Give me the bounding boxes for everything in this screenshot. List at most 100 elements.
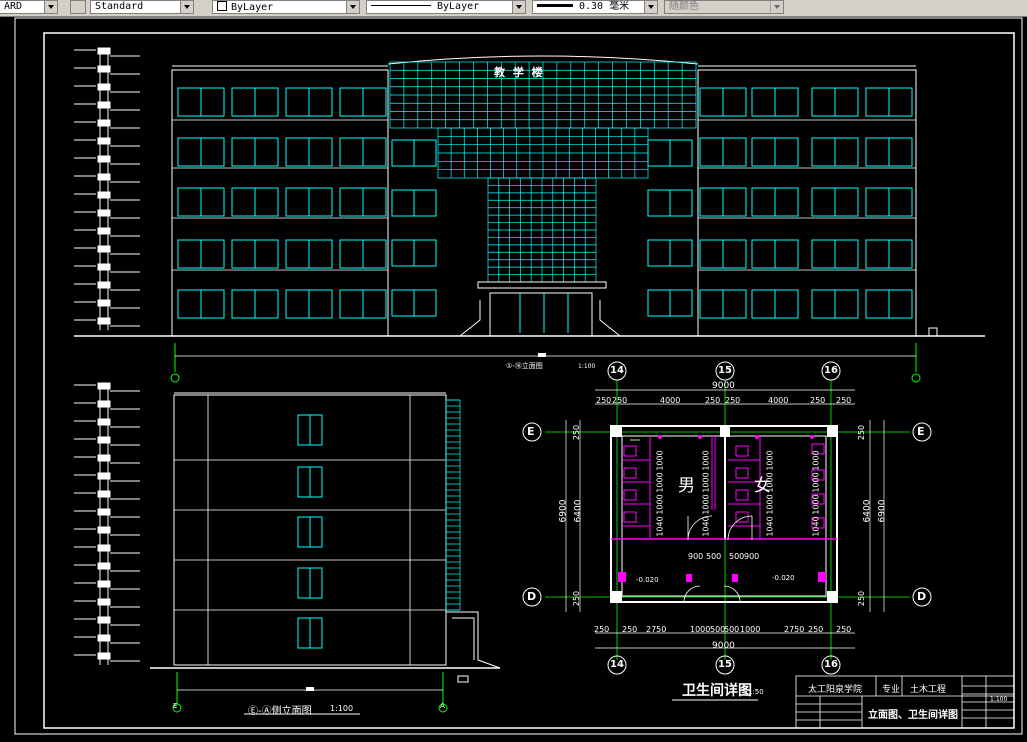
dim-left-mid: 6400: [573, 499, 584, 523]
drawing-line: [97, 526, 111, 534]
stall-dimension-text: 1000: [811, 472, 821, 493]
stall-dimension-text: 1040: [655, 516, 665, 537]
axis-e-right: E: [917, 425, 925, 438]
axis-14-bottom: 14: [610, 659, 624, 670]
side-elevation-scale: 1:100: [330, 704, 354, 713]
level-markers: [74, 47, 140, 330]
door-dim-2: 500: [706, 552, 722, 561]
chevron-down-icon[interactable]: [512, 1, 525, 13]
axis-a-label: A: [440, 702, 445, 710]
drawing-line: [97, 65, 111, 73]
dimstyle-select[interactable]: Standard: [90, 0, 194, 14]
dimension-text: 1000: [740, 625, 761, 634]
drawing-line: [97, 119, 111, 127]
door-dim-3: 500: [729, 552, 745, 561]
axis-e-left: E: [527, 425, 535, 438]
drawing-line: [97, 652, 111, 660]
title-block-school: 太工阳泉学院: [808, 685, 863, 695]
dimension-text: 4000: [660, 396, 681, 405]
cad-drawing: [14, 17, 1023, 735]
text-style-select[interactable]: ARD: [0, 0, 58, 14]
linetype-select[interactable]: ByLayer: [366, 0, 526, 14]
stall-dimension-text: 1000: [765, 450, 775, 471]
plotstyle-value: 随颜色: [669, 1, 699, 12]
dimension-text: 250: [836, 396, 852, 405]
dim-total-top: 9000: [712, 381, 735, 391]
drawing-line: [97, 101, 111, 109]
drawing-line: [97, 155, 111, 163]
door-dim-1: 900: [688, 552, 704, 561]
toilet-fixture: [623, 445, 637, 457]
dim-total-bottom: 9000: [712, 641, 735, 651]
dim-right-outer: 6900: [877, 499, 888, 523]
drawing-line: [97, 508, 111, 516]
drawing-line: [97, 263, 111, 271]
lineweight-preview-icon: [537, 4, 573, 7]
title-block-scale: 1:100: [990, 696, 1008, 703]
drawing-line: [97, 598, 111, 606]
dimension-text: 500: [724, 625, 740, 634]
drawing-line: [97, 544, 111, 552]
toilet-fixture: [735, 445, 749, 457]
floor-level-left: -0.020: [636, 576, 659, 584]
text-style-value: ARD: [4, 1, 23, 12]
stall-dimension-text: 1000: [655, 494, 665, 515]
stall-dimension-text: 1000: [811, 494, 821, 515]
front-elevation-scale: 1:100: [578, 363, 596, 370]
dim-right-top: 250: [857, 424, 867, 441]
color-select[interactable]: ByLayer: [212, 0, 360, 14]
toilet-fixture: [735, 489, 749, 501]
building-sign: 教 学 楼: [494, 66, 545, 79]
door-dim-4: 900: [744, 552, 760, 561]
drawing-line: [97, 173, 111, 181]
lineweight-select[interactable]: 0.30 毫米: [532, 0, 658, 14]
drawing-line: [97, 137, 111, 145]
dim-right-mid: 6400: [862, 499, 873, 523]
drawing-line: [445, 399, 461, 611]
axis-16-top: 16: [824, 365, 838, 376]
stall-dimension-text: 1040: [765, 516, 775, 537]
front-elevation: [74, 47, 985, 383]
drawing-line: [97, 580, 111, 588]
drawing-canvas[interactable]: 教 学 楼 ①-⑱立面图 1:100 Ⓔ-Ⓐ侧立面图 1:100 E A 14 …: [0, 16, 1027, 742]
dimension-text: 4000: [768, 396, 789, 405]
toilet-detail-title: 卫生间详图: [682, 683, 752, 699]
chevron-down-icon[interactable]: [44, 1, 57, 13]
properties-toolbar: ARD Standard ByLayer ByLayer 0.30 毫米 随颜色: [0, 0, 1027, 17]
dim-left-bottom: 250: [572, 590, 582, 607]
title-block-drawing-name: 立面图、卫生间详图: [868, 710, 958, 721]
dimstyle-manager-icon[interactable]: [70, 0, 86, 14]
drawing-line: [97, 418, 111, 426]
plotstyle-select[interactable]: 随颜色: [664, 0, 784, 14]
dimension-text: 250: [705, 396, 721, 405]
frame-border: [43, 32, 1015, 729]
linetype-value: ByLayer: [437, 1, 480, 12]
drawing-line: [97, 472, 111, 480]
linetype-preview-icon: [371, 5, 431, 6]
drawing-line: [97, 191, 111, 199]
dimension-text: 250: [594, 625, 610, 634]
drawing-line: [97, 83, 111, 91]
stall-dimension-text: 1000: [655, 450, 665, 471]
toilet-fixture: [623, 489, 637, 501]
stall-dimension-text: 1040: [811, 516, 821, 537]
dimension-text: 250: [810, 396, 826, 405]
axis-15-top: 15: [718, 365, 732, 376]
dimension-text: 250: [836, 625, 852, 634]
drawing-line: [97, 634, 111, 642]
stall-dimension-text: 1000: [701, 494, 711, 515]
color-swatch-icon: [217, 1, 227, 11]
dimension-text: 2750: [784, 625, 805, 634]
floor-level-right: -0.020: [772, 574, 795, 582]
chevron-down-icon[interactable]: [180, 1, 193, 13]
drawing-line: [97, 47, 111, 55]
stall-dimension-text: 1000: [765, 472, 775, 493]
chevron-down-icon[interactable]: [644, 1, 657, 13]
toilet-fixture: [735, 467, 749, 479]
dimension-text: 250: [622, 625, 638, 634]
male-room-label: 男: [678, 476, 695, 496]
dim-left-top: 250: [572, 424, 582, 441]
drawing-line: [97, 281, 111, 289]
chevron-down-icon[interactable]: [346, 1, 359, 13]
side-elevation: [74, 382, 501, 715]
